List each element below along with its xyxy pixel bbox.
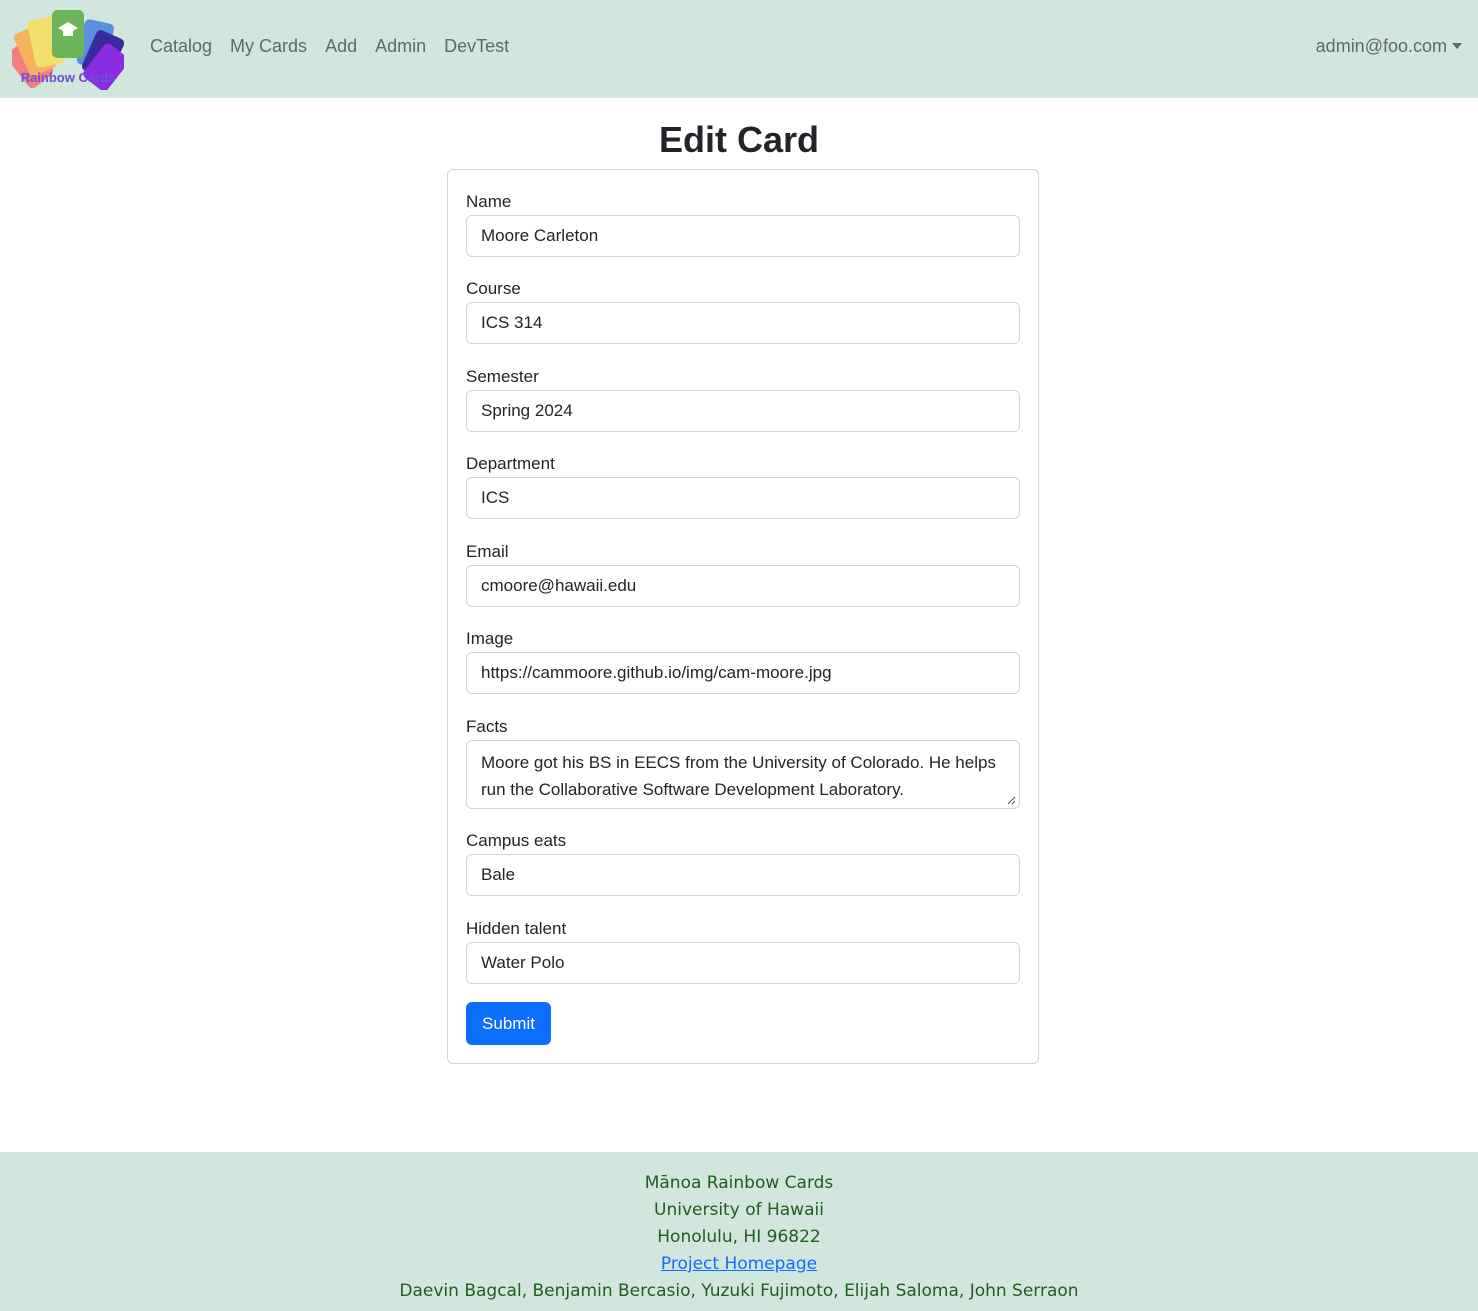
course-label: Course	[466, 279, 521, 298]
caret-down-icon	[1452, 43, 1462, 49]
semester-label: Semester	[466, 367, 539, 386]
department-input[interactable]: ICS	[466, 477, 1020, 519]
footer-university: University of Hawaii	[654, 1200, 824, 1220]
field-facts: Facts Moore got his BS in EECS from the …	[466, 716, 1020, 809]
footer-authors: Daevin Bagcal, Benjamin Bercasio, Yuzuki…	[399, 1281, 1079, 1301]
image-input[interactable]: https://cammoore.github.io/img/cam-moore…	[466, 652, 1020, 694]
facts-text: Moore got his BS in EECS from the Univer…	[481, 753, 996, 799]
footer-site-name: Mānoa Rainbow Cards	[644, 1173, 834, 1193]
submit-button[interactable]: Submit	[466, 1002, 551, 1045]
semester-input[interactable]: Spring 2024	[466, 390, 1020, 432]
department-label: Department	[466, 454, 555, 473]
user-email: admin@foo.com	[1315, 36, 1447, 56]
nav-admin[interactable]: Admin	[375, 34, 426, 58]
campus-eats-input[interactable]: Bale	[466, 854, 1020, 896]
nav-devtest[interactable]: DevTest	[444, 34, 509, 58]
image-label: Image	[466, 629, 514, 648]
navbar: Rainbow Cards Catalog My Cards Add Admin…	[0, 0, 1478, 98]
course-input[interactable]: ICS 314	[466, 302, 1020, 344]
name-input[interactable]: Moore Carleton	[466, 215, 1020, 257]
footer: Mānoa Rainbow Cards University of Hawaii…	[0, 1152, 1478, 1311]
nav-add[interactable]: Add	[325, 34, 357, 58]
field-email: Email cmoore@hawaii.edu	[466, 541, 1020, 607]
resize-grip-icon[interactable]	[1006, 795, 1016, 805]
edit-card-form: Name Moore Carleton Course ICS 314 Semes…	[447, 169, 1039, 1064]
field-image: Image https://cammoore.github.io/img/cam…	[466, 628, 1020, 694]
nav-catalog[interactable]: Catalog	[150, 34, 212, 58]
campus-eats-label: Campus eats	[466, 831, 567, 850]
field-hidden-talent: Hidden talent Water Polo	[466, 918, 1020, 984]
page-title: Edit Card	[658, 119, 819, 160]
field-campus-eats: Campus eats Bale	[466, 830, 1020, 896]
field-semester: Semester Spring 2024	[466, 366, 1020, 432]
user-menu-dropdown[interactable]: admin@foo.com	[1316, 34, 1462, 58]
project-homepage-link[interactable]: Project Homepage	[661, 1254, 817, 1274]
logo-text: Rainbow Cards	[21, 70, 116, 85]
email-label: Email	[466, 542, 509, 561]
field-department: Department ICS	[466, 453, 1020, 519]
nav-my-cards[interactable]: My Cards	[230, 34, 307, 58]
rainbow-cards-logo[interactable]: Rainbow Cards	[12, 6, 124, 90]
footer-address: Honolulu, HI 96822	[657, 1227, 821, 1247]
hidden-talent-input[interactable]: Water Polo	[466, 942, 1020, 984]
facts-textarea[interactable]: Moore got his BS in EECS from the Univer…	[466, 740, 1020, 809]
field-course: Course ICS 314	[466, 278, 1020, 344]
nav-links: Catalog My Cards Add Admin DevTest	[150, 34, 527, 58]
email-input[interactable]: cmoore@hawaii.edu	[466, 565, 1020, 607]
facts-label: Facts	[466, 717, 508, 736]
hidden-talent-label: Hidden talent	[466, 919, 567, 938]
name-label: Name	[466, 192, 512, 211]
field-name: Name Moore Carleton	[466, 191, 1020, 257]
